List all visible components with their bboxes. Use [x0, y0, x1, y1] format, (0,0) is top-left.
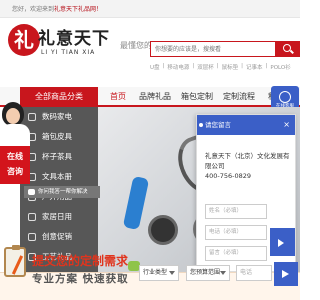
welcome-label: 您好，欢迎来到 [12, 6, 55, 13]
hot-keywords: U盘 | 移动电源 | 双层杯 | 鼠标垫 | 记事本 | POLO衫 [150, 63, 291, 71]
watch-image [148, 215, 178, 245]
submit-request-button[interactable] [274, 262, 298, 286]
sidebar-item-digital[interactable]: 数码家电 [20, 107, 98, 127]
online-consult-button[interactable]: 在线 咨询 [0, 146, 30, 184]
name-field[interactable]: 姓名（必填） [205, 204, 267, 219]
phone-input[interactable]: 电话 [236, 265, 272, 281]
close-icon[interactable]: × [283, 115, 290, 135]
industry-select[interactable]: 行业类型 [139, 265, 179, 281]
budget-select[interactable]: 您预算范围 [186, 265, 230, 281]
message-field[interactable]: 留言（必填） [205, 246, 267, 261]
company-info: 礼意天下（北京）文化发展有限公司 400-756-0829 [205, 151, 293, 181]
message-dialog: 请您留言 × 礼意天下（北京）文化发展有限公司 400-756-0829 姓名（必… [196, 114, 296, 272]
home-icon [28, 213, 36, 221]
customer-service-icon [279, 91, 291, 103]
company-name: 礼意天下（北京）文化发展有限公司 [205, 152, 290, 170]
site-logo[interactable]: 礼 礼意天下 LI YI TIAN XIA [8, 22, 126, 84]
qa-strip[interactable]: 你问我答一帮你解决 [24, 186, 100, 198]
sidebar-item-promo[interactable]: 创意促销 [20, 227, 98, 247]
chevron-down-icon [169, 271, 175, 275]
company-phone: 400-756-0829 [205, 172, 252, 180]
search-button[interactable] [276, 41, 300, 57]
welcome-text: 您好，欢迎来到礼意天下礼品网！ [12, 4, 102, 13]
chevron-down-icon [220, 271, 226, 275]
hotword[interactable]: 鼠标垫 [222, 63, 239, 71]
chat-bubble-icon [28, 189, 35, 195]
digital-icon [28, 113, 36, 121]
submit-message-button[interactable] [270, 228, 295, 256]
nav-item-home[interactable]: 首页 [104, 87, 132, 107]
search-box [150, 41, 276, 57]
gift-icon [28, 233, 36, 241]
request-title: 提交您的定制需求 [32, 254, 129, 268]
welcome-link[interactable]: 礼意天下礼品网！ [54, 6, 102, 13]
search-input[interactable] [151, 42, 275, 56]
hotword[interactable]: 移动电源 [167, 63, 189, 71]
dialog-header: 请您留言 × [197, 115, 295, 135]
top-bar: 您好，欢迎来到礼意天下礼品网！ [0, 0, 300, 18]
hotword[interactable]: 双层杯 [197, 63, 214, 71]
request-subtitle: 专业方案 快速获取 [32, 273, 129, 285]
nav-item-brand-gifts[interactable]: 品牌礼品 [136, 87, 174, 107]
logo-wordmark: 礼意天下 [38, 29, 110, 49]
dialog-title: 请您留言 [205, 121, 231, 129]
main-nav: 全部商品分类 首页 品牌礼品 箱包定制 定制流程 积分 [0, 87, 300, 107]
phone-field[interactable]: 电话（必填） [205, 225, 267, 240]
all-categories-button[interactable]: 全部商品分类 [20, 87, 98, 107]
clipboard-icon [4, 245, 26, 277]
logo-pinyin: LI YI TIAN XIA [41, 49, 96, 56]
nav-item-bag-custom[interactable]: 箱包定制 [178, 87, 216, 107]
logo-emblem: 礼 [8, 24, 40, 56]
hotword[interactable]: 记事本 [246, 63, 263, 71]
sidebar-item-stationery[interactable]: 文具本册 [20, 167, 98, 187]
sidebar-item-cups[interactable]: 杯子茶具 [20, 147, 98, 167]
hotword[interactable]: POLO衫 [270, 63, 290, 71]
nav-item-custom-process[interactable]: 定制流程 [220, 87, 258, 107]
arrow-right-icon [278, 239, 284, 247]
hotword[interactable]: U盘 [150, 63, 160, 71]
arrow-right-icon [282, 270, 289, 278]
pen-icon [11, 255, 24, 275]
sidebar-item-home[interactable]: 家居日用 [20, 207, 98, 227]
sidebar-item-bags[interactable]: 箱包皮具 [20, 127, 98, 147]
